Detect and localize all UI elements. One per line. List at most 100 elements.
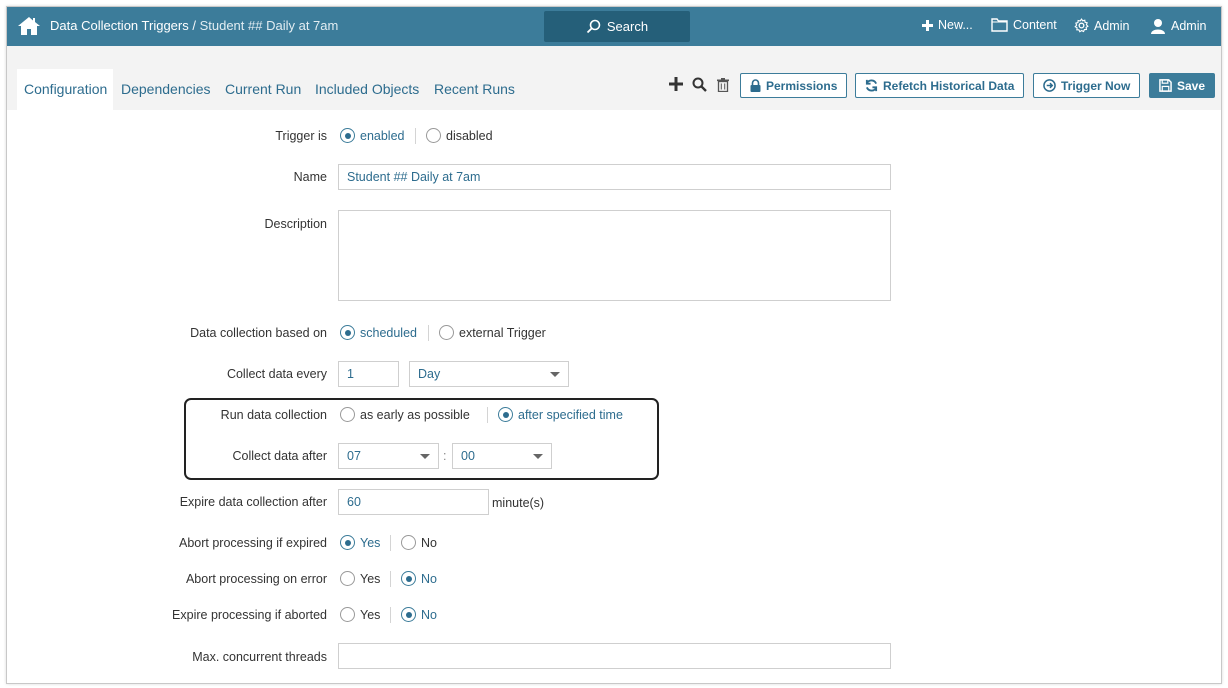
arrow-circle-right-icon bbox=[1043, 79, 1056, 92]
tab-dependencies[interactable]: Dependencies bbox=[121, 81, 211, 97]
radio-selected-icon bbox=[340, 535, 355, 550]
minute-select[interactable]: 00 bbox=[452, 443, 552, 469]
run-early-radio[interactable]: as early as possible bbox=[340, 407, 470, 422]
content-menu[interactable]: Content bbox=[991, 18, 1057, 32]
radio-selected-icon bbox=[401, 571, 416, 586]
search-button[interactable]: Search bbox=[544, 11, 690, 42]
collect-every-field[interactable]: 1 bbox=[338, 361, 399, 387]
based-on-scheduled-label: scheduled bbox=[360, 325, 417, 340]
expire-after-unit: minute(s) bbox=[492, 496, 545, 510]
divider bbox=[428, 325, 429, 341]
run-early-label: as early as possible bbox=[360, 407, 470, 422]
expire-aborted-no-radio[interactable]: No bbox=[401, 607, 437, 622]
name-field[interactable]: Student ## Daily at 7am bbox=[338, 164, 891, 190]
expire-after-label: Expire data collection after bbox=[179, 495, 327, 509]
divider bbox=[390, 571, 391, 587]
refetch-label: Refetch Historical Data bbox=[883, 78, 1015, 93]
abort-error-no-label: No bbox=[421, 571, 437, 586]
run-after-time-radio[interactable]: after specified time bbox=[498, 407, 623, 422]
abort-expired-yes-radio[interactable]: Yes bbox=[340, 535, 380, 550]
tab-included-objects[interactable]: Included Objects bbox=[315, 81, 419, 97]
description-field[interactable] bbox=[338, 210, 891, 301]
minute-value: 00 bbox=[461, 449, 475, 463]
add-icon[interactable] bbox=[669, 77, 683, 91]
collect-every-label: Collect data every bbox=[226, 367, 327, 381]
home-icon[interactable] bbox=[17, 16, 41, 36]
trigger-is-label: Trigger is bbox=[275, 129, 327, 143]
abort-expired-no-radio[interactable]: No bbox=[401, 535, 437, 550]
trigger-now-button[interactable]: Trigger Now bbox=[1033, 73, 1141, 98]
radio-icon bbox=[426, 128, 441, 143]
trigger-disabled-label: disabled bbox=[446, 128, 493, 143]
chevron-down-icon bbox=[550, 372, 560, 377]
folder-icon bbox=[991, 18, 1008, 32]
lock-icon bbox=[750, 79, 761, 92]
radio-selected-icon bbox=[498, 407, 513, 422]
radio-selected-icon bbox=[340, 325, 355, 340]
expire-aborted-label: Expire processing if aborted bbox=[172, 608, 327, 622]
abort-error-yes-radio[interactable]: Yes bbox=[340, 571, 380, 586]
search-icon[interactable] bbox=[692, 77, 707, 92]
breadcrumb-current: Student ## Daily at 7am bbox=[199, 18, 339, 33]
save-button[interactable]: Save bbox=[1149, 73, 1216, 98]
collect-every-unit-value: Day bbox=[418, 367, 441, 381]
refetch-historical-data-button[interactable]: Refetch Historical Data bbox=[855, 73, 1025, 98]
search-label: Search bbox=[606, 19, 649, 34]
breadcrumb-root[interactable]: Data Collection Triggers bbox=[50, 18, 189, 33]
breadcrumb: Data Collection Triggers / Student ## Da… bbox=[50, 18, 338, 33]
trash-icon[interactable] bbox=[717, 78, 729, 92]
permissions-button[interactable]: Permissions bbox=[740, 73, 848, 98]
based-on-scheduled-radio[interactable]: scheduled bbox=[340, 325, 417, 340]
app-window: Data Collection Triggers / Student ## Da… bbox=[6, 6, 1222, 684]
permissions-label: Permissions bbox=[766, 78, 838, 93]
new-menu[interactable]: New... bbox=[922, 18, 973, 32]
based-on-external-radio[interactable]: external Trigger bbox=[439, 325, 546, 340]
radio-icon bbox=[340, 571, 355, 586]
based-on-external-label: external Trigger bbox=[459, 325, 546, 340]
max-threads-field[interactable] bbox=[338, 643, 891, 669]
radio-icon bbox=[340, 407, 355, 422]
trigger-disabled-radio[interactable]: disabled bbox=[426, 128, 493, 143]
tab-current-run[interactable]: Current Run bbox=[225, 81, 301, 97]
save-label: Save bbox=[1177, 78, 1206, 93]
time-colon: : bbox=[443, 449, 447, 463]
run-collection-label: Run data collection bbox=[220, 408, 327, 422]
top-nav-bar: Data Collection Triggers / Student ## Da… bbox=[7, 7, 1221, 46]
based-on-label: Data collection based on bbox=[190, 326, 327, 340]
abort-expired-no-label: No bbox=[421, 535, 437, 550]
divider bbox=[390, 535, 391, 551]
collect-every-unit-select[interactable]: Day bbox=[409, 361, 569, 387]
expire-after-field[interactable]: 60 bbox=[338, 489, 489, 515]
abort-error-no-radio[interactable]: No bbox=[401, 571, 437, 586]
expire-aborted-yes-radio[interactable]: Yes bbox=[340, 607, 380, 622]
radio-icon bbox=[401, 535, 416, 550]
trigger-enabled-label: enabled bbox=[360, 128, 405, 143]
tab-recent-runs[interactable]: Recent Runs bbox=[434, 81, 515, 97]
content-label: Content bbox=[1013, 18, 1057, 32]
collect-after-label: Collect data after bbox=[232, 449, 328, 463]
admin-settings-menu[interactable]: Admin bbox=[1074, 18, 1129, 33]
chevron-down-icon bbox=[533, 454, 543, 459]
trigger-enabled-radio[interactable]: enabled bbox=[340, 128, 405, 143]
max-threads-label: Max. concurrent threads bbox=[192, 650, 327, 664]
refresh-icon bbox=[865, 79, 878, 92]
hour-select[interactable]: 07 bbox=[338, 443, 439, 469]
abort-expired-yes-label: Yes bbox=[360, 535, 381, 550]
radio-icon bbox=[340, 607, 355, 622]
user-label: Admin bbox=[1171, 19, 1207, 33]
expire-aborted-yes-label: Yes bbox=[360, 607, 381, 622]
abort-error-yes-label: Yes bbox=[360, 571, 381, 586]
gear-icon bbox=[1074, 18, 1089, 33]
new-label: New... bbox=[938, 18, 973, 32]
divider bbox=[415, 128, 416, 144]
abort-error-label: Abort processing on error bbox=[185, 572, 327, 586]
run-after-time-label: after specified time bbox=[518, 407, 623, 422]
radio-selected-icon bbox=[340, 128, 355, 143]
user-menu[interactable]: Admin bbox=[1150, 18, 1206, 34]
divider bbox=[487, 407, 488, 423]
tab-configuration[interactable]: Configuration bbox=[17, 69, 114, 110]
trigger-now-label: Trigger Now bbox=[1061, 78, 1131, 93]
divider bbox=[390, 607, 391, 623]
hour-value: 07 bbox=[347, 449, 361, 463]
expire-aborted-no-label: No bbox=[421, 607, 437, 622]
